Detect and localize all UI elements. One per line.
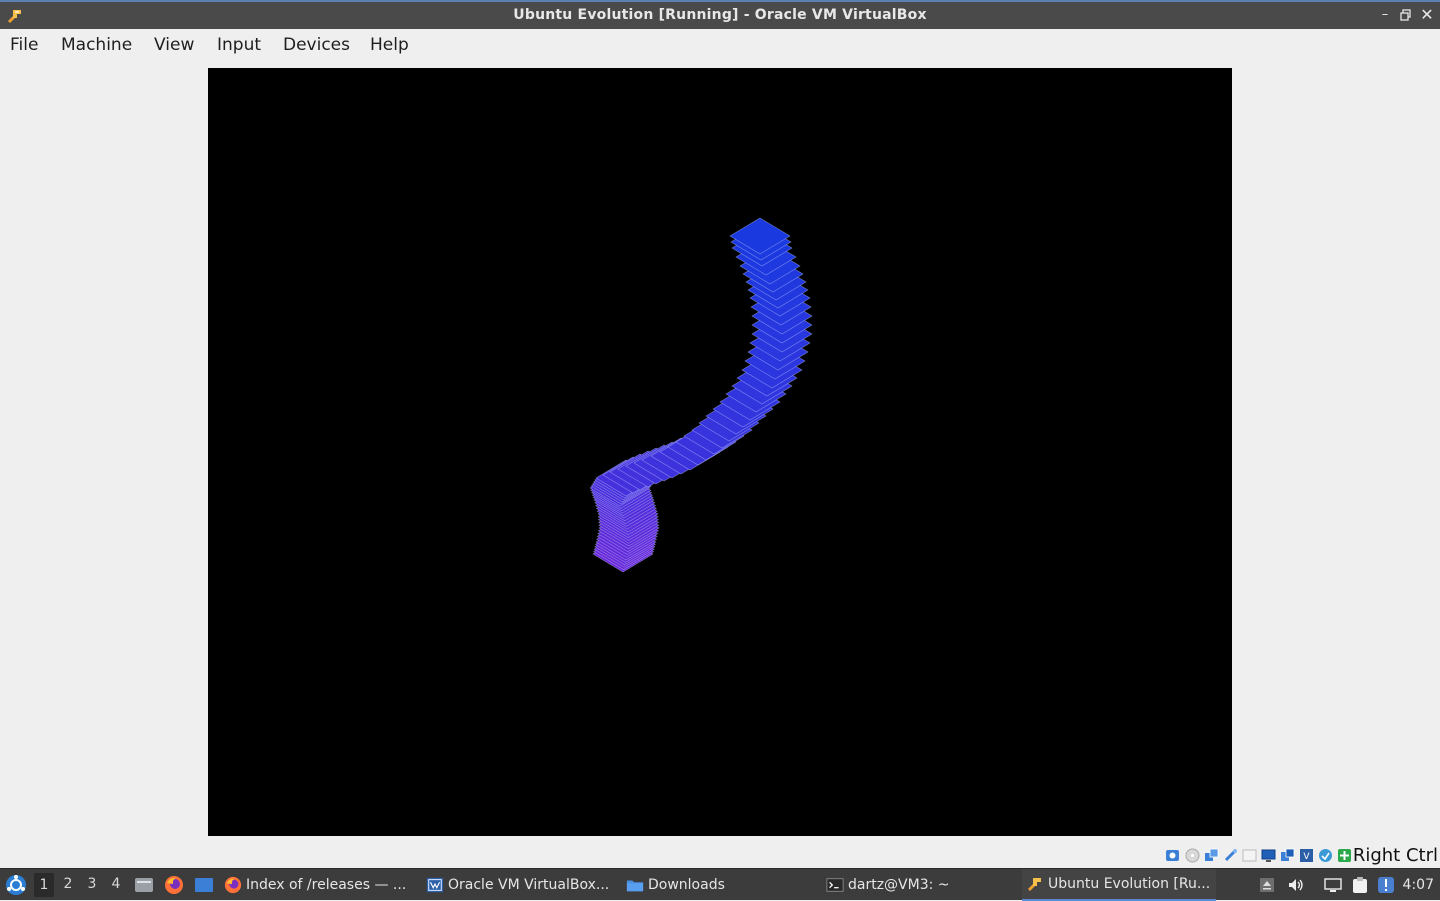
taskbar: 1 2 3 4 Index of /releases — ... Oracle … <box>0 868 1440 901</box>
task-virtualbox-manager[interactable]: Oracle VM VirtualBox... <box>426 869 622 901</box>
start-menu-icon[interactable] <box>4 873 28 897</box>
folder-icon <box>626 880 644 892</box>
restore-icon[interactable] <box>1397 6 1415 24</box>
notification-icon[interactable] <box>1377 876 1395 894</box>
task-label: Index of /releases — ... <box>246 877 407 893</box>
firefox-icon[interactable] <box>164 875 184 895</box>
shared-folders-icon[interactable] <box>1242 848 1257 863</box>
clipboard-icon[interactable] <box>1351 876 1369 894</box>
workspace-2[interactable]: 2 <box>58 876 78 892</box>
volume-icon[interactable] <box>1287 876 1305 894</box>
task-label: Oracle VM VirtualBox... <box>448 877 610 893</box>
video-capture-icon[interactable] <box>1280 848 1295 863</box>
menu-bar: File Machine View Input Devices Help <box>0 29 1440 63</box>
virtualbox-manager-icon <box>426 877 444 893</box>
virtualization-icon[interactable]: V <box>1299 848 1314 863</box>
task-terminal[interactable]: dartz@VM3: ~ <box>826 869 1022 901</box>
task-label: Downloads <box>648 877 725 893</box>
close-icon[interactable]: ✕ <box>1418 6 1436 24</box>
mouse-integration-icon[interactable] <box>1318 848 1333 863</box>
task-downloads[interactable]: Downloads <box>626 869 822 901</box>
display-icon[interactable] <box>1261 848 1276 863</box>
workspace-3[interactable]: 3 <box>82 876 102 892</box>
window-title: Ubuntu Evolution [Running] - Oracle VM V… <box>513 7 927 23</box>
task-ubuntu-evolution[interactable]: Ubuntu Evolution [Ru... <box>1022 869 1216 901</box>
host-key-label: Right Ctrl <box>1352 845 1438 866</box>
menu-view[interactable]: View <box>154 35 194 55</box>
menu-help[interactable]: Help <box>370 35 409 55</box>
menu-input[interactable]: Input <box>217 35 261 55</box>
workspace-1[interactable]: 1 <box>34 873 54 897</box>
terminal-icon <box>826 878 844 892</box>
file-manager-icon[interactable] <box>134 875 154 895</box>
virtualbox-vm-icon <box>1028 878 1041 891</box>
vm-screen[interactable] <box>208 68 1232 836</box>
firefox-icon <box>224 876 242 894</box>
recording-icon[interactable] <box>1337 848 1352 863</box>
minimize-icon[interactable]: – <box>1376 6 1394 24</box>
task-label: dartz@VM3: ~ <box>848 877 950 893</box>
vm-status-bar: V Right Ctrl <box>0 843 1440 867</box>
svg-text:V: V <box>1303 852 1310 862</box>
eject-icon[interactable] <box>1258 876 1276 894</box>
hard-disk-icon[interactable] <box>1165 848 1180 863</box>
workspace-4[interactable]: 4 <box>106 876 126 892</box>
clock: 4:07 <box>1402 877 1434 893</box>
menu-machine[interactable]: Machine <box>61 35 132 55</box>
window-titlebar[interactable]: Ubuntu Evolution [Running] - Oracle VM V… <box>0 0 1440 29</box>
desktop-icon[interactable] <box>194 875 214 895</box>
task-label: Ubuntu Evolution [Ru... <box>1048 876 1211 892</box>
menu-devices[interactable]: Devices <box>283 35 350 55</box>
optical-drive-icon[interactable] <box>1185 848 1200 863</box>
task-firefox[interactable]: Index of /releases — ... <box>224 869 420 901</box>
network-icon[interactable] <box>1204 848 1219 863</box>
menu-file[interactable]: File <box>10 35 38 55</box>
vm-3d-render <box>589 217 813 573</box>
usb-icon[interactable] <box>1223 848 1238 863</box>
network-tray-icon[interactable] <box>1324 876 1342 894</box>
